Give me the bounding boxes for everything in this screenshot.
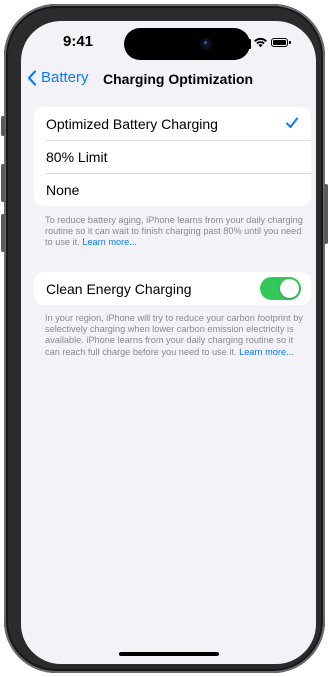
learn-more-link[interactable]: Learn more... xyxy=(82,237,137,247)
charging-options-footnote: To reduce battery aging, iPhone learns f… xyxy=(45,215,307,249)
chevron-left-icon xyxy=(27,69,37,86)
screen: 9:41 Battery Charging Optimization Optim… xyxy=(21,21,316,664)
option-optimized-battery-charging[interactable]: Optimized Battery Charging xyxy=(34,107,311,140)
clean-energy-charging-row: Clean Energy Charging xyxy=(34,272,311,305)
learn-more-link[interactable]: Learn more... xyxy=(239,347,294,357)
iphone-frame: 9:41 Battery Charging Optimization Optim… xyxy=(1,4,328,673)
back-button-label: Battery xyxy=(41,69,89,86)
option-label: None xyxy=(46,181,80,198)
signal-icon xyxy=(233,38,251,49)
navigation-bar: Battery Charging Optimization xyxy=(21,65,316,93)
volume-down-button xyxy=(1,214,5,252)
back-button[interactable]: Battery xyxy=(27,69,89,86)
option-label: Optimized Battery Charging xyxy=(46,115,218,132)
action-button xyxy=(1,116,5,136)
option-label: 80% Limit xyxy=(46,148,108,165)
option-80-percent-limit[interactable]: 80% Limit xyxy=(34,140,311,173)
clean-energy-group: Clean Energy Charging xyxy=(34,272,311,305)
toggle-knob xyxy=(280,279,299,298)
option-none[interactable]: None xyxy=(34,173,311,206)
home-indicator xyxy=(119,652,219,656)
battery-icon xyxy=(271,38,291,47)
front-camera xyxy=(200,38,212,50)
clean-energy-label: Clean Energy Charging xyxy=(46,280,192,297)
dynamic-island xyxy=(124,28,250,60)
clean-energy-footnote: In your region, iPhone will try to reduc… xyxy=(45,313,307,358)
page-title: Charging Optimization xyxy=(103,71,254,87)
charging-options-group: Optimized Battery Charging 80% Limit Non… xyxy=(34,107,311,206)
wifi-icon xyxy=(254,37,267,48)
status-time: 9:41 xyxy=(63,33,94,50)
checkmark-icon xyxy=(286,117,298,128)
volume-up-button xyxy=(1,164,5,202)
clean-energy-toggle[interactable] xyxy=(260,277,301,300)
power-button xyxy=(324,184,328,244)
